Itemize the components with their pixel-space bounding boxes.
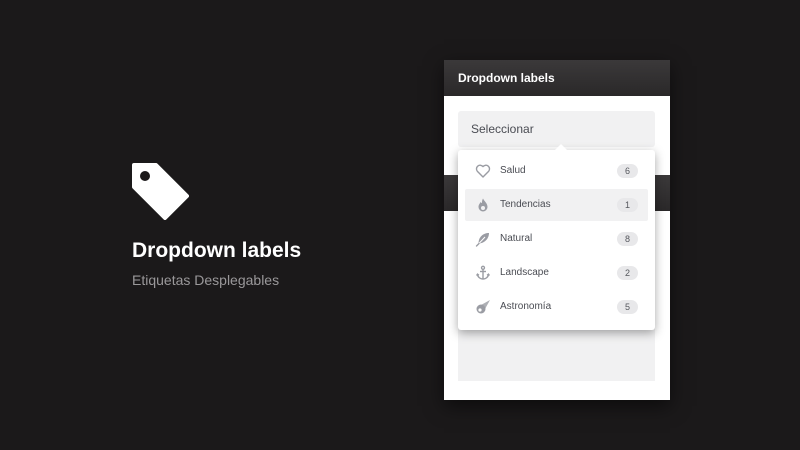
dropdown-menu: Salud 6 Tendencias 1 Natural 8 Landscape… bbox=[458, 144, 655, 330]
dropdown-item-label: Natural bbox=[500, 233, 533, 244]
count-badge: 2 bbox=[617, 266, 638, 280]
hero-subtitle: Etiquetas Desplegables bbox=[132, 272, 280, 288]
dropdown-item-tendencias[interactable]: Tendencias 1 bbox=[465, 189, 648, 221]
tag-icon bbox=[132, 163, 189, 220]
dropdown-item-label: Tendencias bbox=[500, 199, 551, 210]
dropdown-item-natural[interactable]: Natural 8 bbox=[465, 223, 648, 255]
anchor-icon bbox=[476, 265, 490, 280]
count-badge: 8 bbox=[617, 232, 638, 246]
page: Dropdown labels Etiquetas Desplegables D… bbox=[0, 0, 800, 450]
count-badge: 5 bbox=[617, 300, 638, 314]
dropdown-item-astronomia[interactable]: Astronomía 5 bbox=[465, 291, 648, 323]
dropdown-item-label: Astronomía bbox=[500, 301, 552, 312]
feather-icon bbox=[475, 233, 489, 247]
dropdown-item-salud[interactable]: Salud 6 bbox=[465, 155, 648, 187]
count-badge: 1 bbox=[617, 198, 638, 212]
dropdown-caret bbox=[555, 144, 567, 150]
dropdown-item-label: Landscape bbox=[500, 267, 549, 278]
hero-title: Dropdown labels bbox=[132, 239, 302, 262]
comet-icon bbox=[476, 300, 490, 314]
flame-icon bbox=[478, 198, 488, 212]
count-badge: 6 bbox=[617, 164, 638, 178]
select-dropdown[interactable]: Seleccionar bbox=[458, 111, 655, 147]
card-header: Dropdown labels bbox=[444, 60, 670, 96]
dropdown-item-landscape[interactable]: Landscape 2 bbox=[465, 257, 648, 289]
heart-icon bbox=[475, 164, 491, 178]
dropdown-item-label: Salud bbox=[500, 165, 526, 176]
